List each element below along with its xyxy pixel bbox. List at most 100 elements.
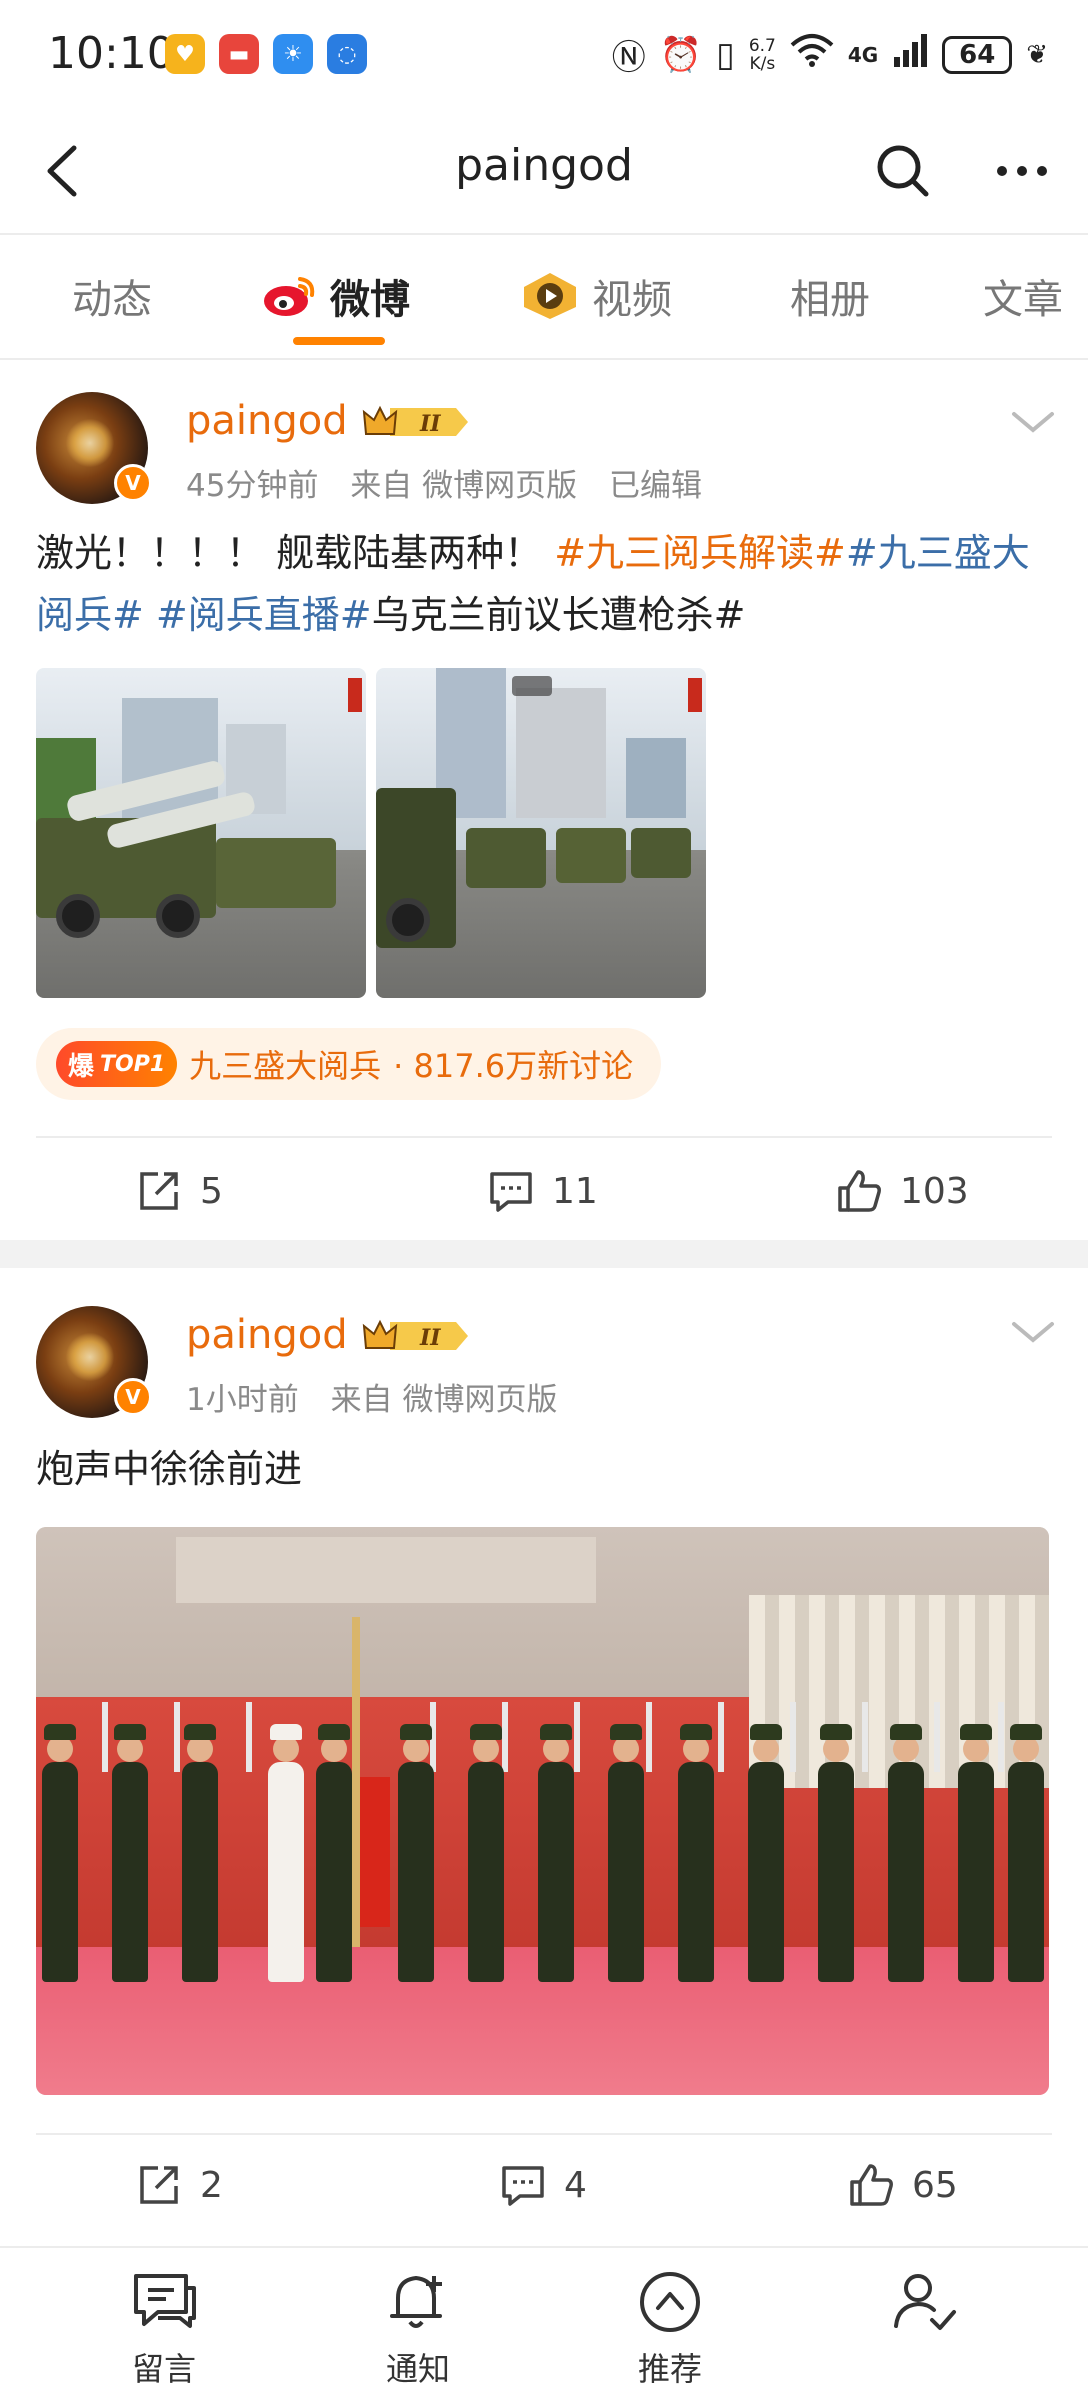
- comment-count: 11: [552, 1170, 598, 1212]
- post-time: 45分钟前: [186, 468, 319, 504]
- like-button[interactable]: 103: [836, 1168, 969, 1214]
- alarm-icon: ⏰: [659, 34, 703, 75]
- tab-articles[interactable]: 文章: [983, 267, 1063, 325]
- tab-label: 视频: [592, 277, 672, 323]
- tab-weibo[interactable]: 微博: [262, 267, 410, 325]
- like-thumb-icon: [838, 1170, 881, 1212]
- follow-user-icon: [894, 2274, 956, 2330]
- post-image[interactable]: [36, 1527, 1049, 2095]
- video-play-icon: [524, 273, 576, 319]
- net-speed-value: 6.7: [748, 35, 776, 56]
- comment-button[interactable]: 11: [488, 1168, 598, 1214]
- tab-label: 动态: [72, 277, 152, 323]
- topic-tag[interactable]: #阅兵直播#: [144, 593, 372, 637]
- hot-topic-count: · 817.6万新讨论: [393, 1047, 634, 1085]
- more-options-button[interactable]: [982, 136, 1062, 206]
- bottom-item-label: 留言: [131, 2350, 196, 2388]
- svg-text:II: II: [419, 1325, 441, 1351]
- bottom-item-label: 推荐: [637, 2350, 702, 2388]
- vip-crown-badge-icon[interactable]: II: [360, 1316, 472, 1356]
- hot-badge-char: 爆: [68, 1051, 95, 1082]
- post-source: 来自 微博网页版: [350, 468, 578, 504]
- tab-label: 相册: [790, 277, 870, 323]
- post-separator: [0, 1240, 1088, 1268]
- tab-label: 文章: [983, 277, 1063, 323]
- post-text: 激光！！！！ 舰载陆基两种！ #九三阅兵解读##九三盛大阅兵# #阅兵直播#乌克…: [36, 522, 1052, 646]
- message-icon: [134, 2274, 196, 2328]
- bottom-message-button[interactable]: 留言: [84, 2266, 244, 2390]
- repost-button[interactable]: 2: [136, 2162, 223, 2208]
- weibo-logo-icon: [264, 277, 315, 316]
- comment-count: 4: [564, 2164, 587, 2206]
- repost-icon: [140, 2166, 178, 2204]
- bottom-item-label: 通知: [385, 2350, 450, 2388]
- post-image[interactable]: [376, 668, 706, 998]
- post-text: 炮声中徐徐前进: [36, 1447, 303, 1491]
- weather-app-icon: ☀: [273, 34, 313, 74]
- hot-topic-title: 九三盛大阅兵: [189, 1047, 382, 1085]
- like-thumb-icon: [850, 2164, 893, 2206]
- leaf-icon: ❦: [1026, 39, 1048, 70]
- post-meta: 1小时前 来自 微博网页版: [186, 1374, 579, 1419]
- topic-tag[interactable]: #九三阅兵解读#: [554, 531, 846, 575]
- comment-icon: [502, 2166, 544, 2206]
- coupon-app-icon: ♥: [165, 34, 205, 74]
- comment-icon: [490, 1172, 532, 1212]
- status-indicators: Ⓝ ⏰ ▯ 6.7 K/s 4G 64 ❦: [612, 30, 1048, 79]
- tab-album[interactable]: 相册: [790, 267, 870, 325]
- search-button[interactable]: [868, 136, 938, 206]
- post-text-tail: 乌克兰前议长遭枪杀#: [371, 593, 746, 637]
- tab-dynamics[interactable]: 动态: [72, 267, 152, 325]
- post-image[interactable]: [36, 668, 366, 998]
- net-speed-unit: K/s: [749, 53, 776, 74]
- gallery-indicator-icon: [512, 676, 552, 696]
- status-time: 10:10: [48, 28, 175, 79]
- post-text-body: 激光！！！！ 舰载陆基两种！: [36, 531, 543, 575]
- bottom-notify-button[interactable]: 通知: [338, 2266, 498, 2390]
- signal-icon: [892, 33, 928, 76]
- comment-button[interactable]: 4: [500, 2162, 587, 2208]
- status-bar: 10:10 ♥ ▬ ☀ ◌ Ⓝ ⏰ ▯ 6.7 K/s 4G 64 ❦: [0, 0, 1088, 110]
- verified-badge-icon: V: [114, 464, 152, 502]
- tab-label: 微博: [330, 277, 410, 323]
- bottom-action-bar: 留言 通知 推荐: [0, 2246, 1088, 2400]
- post-source: 来自 微博网页版: [330, 1382, 558, 1418]
- chevron-down-icon[interactable]: [1008, 1312, 1058, 1352]
- bottom-recommend-button[interactable]: 推荐: [590, 2266, 750, 2390]
- like-count: 103: [900, 1170, 969, 1212]
- like-button[interactable]: 65: [848, 2162, 958, 2208]
- vibrate-icon: ▯: [716, 34, 735, 75]
- hot-topic-icon: 爆 TOP1: [56, 1041, 178, 1087]
- username[interactable]: paingod: [186, 398, 348, 444]
- repost-button[interactable]: 5: [136, 1168, 223, 1214]
- like-count: 65: [912, 2164, 958, 2206]
- hot-topic-chip[interactable]: 爆 TOP1 九三盛大阅兵 · 817.6万新讨论: [36, 1028, 662, 1100]
- verified-badge-icon: V: [114, 1378, 152, 1416]
- nfc-icon: Ⓝ: [611, 38, 646, 78]
- profile-tabs: 动态 微博 视频 相册 文章: [0, 237, 1088, 360]
- top-nav-bar: paingod: [0, 110, 1088, 235]
- bottom-follow-button[interactable]: [844, 2266, 1004, 2344]
- username[interactable]: paingod: [186, 1312, 348, 1358]
- repost-count: 2: [200, 2164, 223, 2206]
- post-divider: [36, 2133, 1052, 2135]
- svg-text:II: II: [419, 411, 441, 437]
- huawei-app-icon: ▬: [219, 34, 259, 74]
- active-tab-indicator: [293, 337, 385, 345]
- post-divider: [36, 1136, 1052, 1138]
- hot-badge-rank: TOP1: [100, 1051, 166, 1077]
- network-type: 4G: [847, 42, 879, 67]
- tab-video[interactable]: 视频: [520, 267, 672, 325]
- post-time: 1小时前: [186, 1382, 299, 1418]
- repost-count: 5: [200, 1170, 223, 1212]
- net-speed: 6.7 K/s: [749, 37, 776, 73]
- search-icon: [877, 145, 929, 197]
- post-edited: 已编辑: [609, 468, 703, 504]
- post-card: V paingod II 45分钟前 来自 微博网页版 已编辑 激光！！！！ 舰…: [0, 362, 1088, 1238]
- status-app-icons: ♥ ▬ ☀ ◌: [165, 34, 367, 74]
- chevron-down-icon[interactable]: [1008, 402, 1058, 442]
- recommend-icon: [640, 2272, 700, 2332]
- vip-crown-badge-icon[interactable]: II: [360, 402, 472, 442]
- wifi-icon: [790, 33, 834, 76]
- bulb-app-icon: ◌: [327, 34, 367, 74]
